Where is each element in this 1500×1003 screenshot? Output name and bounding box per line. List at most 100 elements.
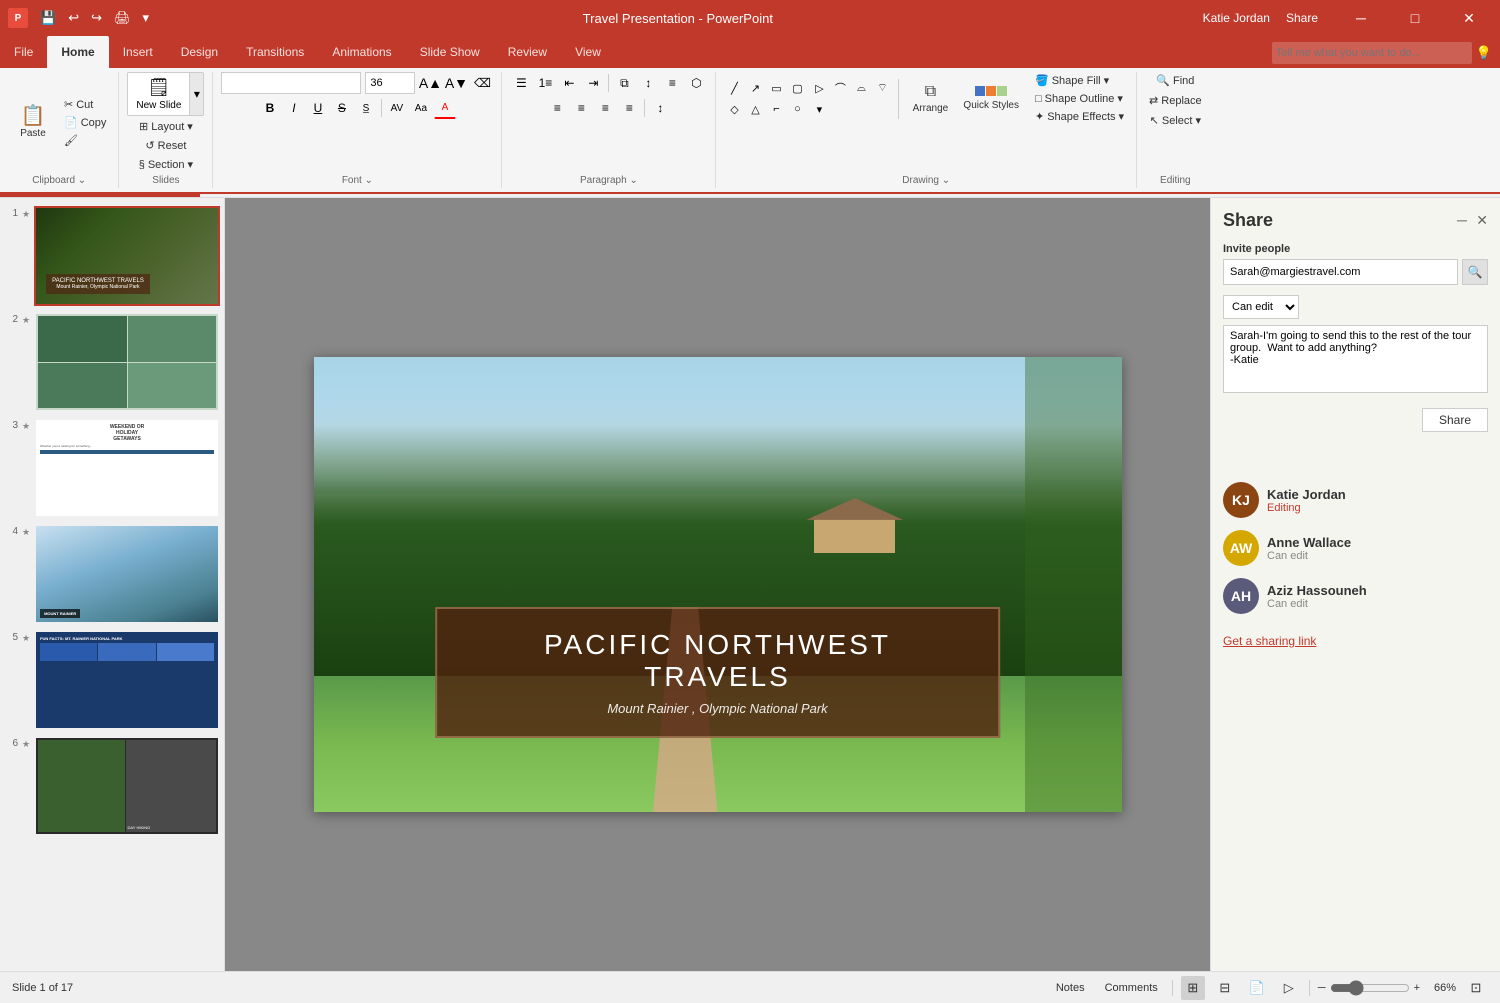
copy-btn[interactable]: 📄 Copy (60, 114, 110, 131)
invite-input[interactable] (1223, 259, 1458, 285)
smartart-btn[interactable]: ⬡ (685, 72, 707, 94)
undo-qa-btn[interactable]: ↩ (64, 8, 83, 28)
find-btn[interactable]: 🔍 Find (1152, 72, 1198, 89)
quick-styles-btn[interactable]: Quick Styles (957, 84, 1025, 113)
shadow-btn[interactable]: S̲ (355, 97, 377, 119)
shapes-more[interactable]: ▾ (809, 99, 829, 119)
para-expand[interactable]: ⌄ (629, 175, 637, 186)
format-painter-btn[interactable]: 🖌 (60, 132, 110, 149)
arrow-shape[interactable]: ↗ (745, 78, 765, 98)
slide-thumb-1[interactable]: 1 ★ PACIFIC NORTHWEST TRAVELSMount Raini… (4, 206, 220, 306)
slide-sorter-btn[interactable]: ⊟ (1213, 976, 1237, 1000)
callout-shape[interactable]: ▷ (809, 78, 829, 98)
slide-preview-2[interactable] (34, 312, 220, 412)
permission-select[interactable]: Can edit Can view (1223, 295, 1299, 319)
tell-me-input[interactable] (1272, 42, 1472, 64)
notes-btn[interactable]: Notes (1050, 978, 1091, 998)
share-btn-title[interactable]: Share (1286, 11, 1318, 25)
font-family-input[interactable] (221, 72, 361, 94)
fit-window-btn[interactable]: ⊡ (1464, 976, 1488, 1000)
save-qa-btn[interactable]: 💾 (36, 8, 60, 28)
section-btn[interactable]: § Section ▾ (135, 156, 197, 173)
zoom-level[interactable]: 66% (1424, 982, 1456, 994)
triangle-shape[interactable]: △ (745, 99, 765, 119)
rect-shape[interactable]: ▭ (766, 78, 786, 98)
slide-preview-1[interactable]: PACIFIC NORTHWEST TRAVELSMount Rainier, … (34, 206, 220, 306)
zoom-slider[interactable] (1330, 980, 1410, 996)
font-expand[interactable]: ⌄ (365, 175, 373, 186)
align-left-btn[interactable]: ≡ (546, 97, 568, 119)
new-slide-btn[interactable]: 🗒 New Slide ▾ (127, 72, 204, 116)
slide-preview-4[interactable]: MOUNT RAINIER (34, 524, 220, 624)
oval-shape[interactable]: ○ (787, 99, 807, 119)
zoom-out-btn[interactable]: ─ (1318, 982, 1326, 994)
change-case-btn[interactable]: Aa (410, 97, 432, 119)
slide-thumb-6[interactable]: 6 ★ DAY HIKING (4, 736, 220, 836)
elbow-shape[interactable]: ⌐ (766, 99, 786, 119)
increase-font-btn[interactable]: A▲ (419, 72, 441, 94)
comments-btn[interactable]: Comments (1099, 978, 1164, 998)
line-spacing-btn[interactable]: ↕ (649, 97, 671, 119)
slide-thumb-5[interactable]: 5 ★ FUN FACTS: MT. RAINIER NATIONAL PARK (4, 630, 220, 730)
tab-view[interactable]: View (561, 36, 615, 68)
increase-indent-btn[interactable]: ⇥ (582, 72, 604, 94)
slide-title-box[interactable]: PACIFIC NORTHWEST TRAVELS Mount Rainier … (435, 607, 1001, 738)
shape-fill-btn[interactable]: 🪣 Shape Fill ▾ (1031, 72, 1128, 89)
slideshow-view-btn[interactable]: ▷ (1277, 976, 1301, 1000)
select-btn[interactable]: ↖ Select ▾ (1146, 112, 1205, 129)
slide-canvas[interactable]: PACIFIC NORTHWEST TRAVELS Mount Rainier … (314, 357, 1122, 812)
redo-qa-btn[interactable]: ↪ (87, 8, 106, 28)
paste-btn[interactable]: 📋 Paste (8, 102, 58, 143)
share-action-btn[interactable]: Share (1422, 408, 1488, 432)
tab-animations[interactable]: Animations (318, 36, 405, 68)
new-slide-dropdown[interactable]: ▾ (189, 73, 203, 115)
rounded-rect-shape[interactable]: ▢ (787, 78, 807, 98)
bullets-btn[interactable]: ☰ (510, 72, 532, 94)
bend-shape[interactable]: ⌓ (851, 78, 871, 98)
share-minimize-btn[interactable]: ─ (1457, 212, 1467, 228)
close-btn[interactable]: ✕ (1446, 0, 1492, 36)
layout-btn[interactable]: ⊞ Layout ▾ (135, 118, 197, 135)
get-sharing-link[interactable]: Get a sharing link (1223, 634, 1488, 648)
slide-preview-5[interactable]: FUN FACTS: MT. RAINIER NATIONAL PARK (34, 630, 220, 730)
arrange-btn[interactable]: ⧉ Arrange (905, 81, 955, 116)
strikethrough-btn[interactable]: S (331, 97, 353, 119)
customize-qa-btn[interactable]: ▾ (139, 8, 154, 28)
invite-search-btn[interactable]: 🔍 (1462, 259, 1488, 285)
clear-format-btn[interactable]: ⌫ (471, 72, 493, 94)
reading-view-btn[interactable]: 📄 (1245, 976, 1269, 1000)
arc-shape[interactable]: ⌔ (872, 78, 892, 98)
slide-preview-6[interactable]: DAY HIKING (34, 736, 220, 836)
tab-transitions[interactable]: Transitions (232, 36, 318, 68)
numbering-btn[interactable]: 1≡ (534, 72, 556, 94)
text-direction-btn[interactable]: ↕ (637, 72, 659, 94)
replace-btn[interactable]: ⇄ Replace (1145, 92, 1206, 109)
clipboard-expand[interactable]: ⌄ (78, 175, 86, 186)
tab-file[interactable]: File (0, 36, 47, 68)
slide-thumb-3[interactable]: 3 ★ WEEKEND ORHOLIDAYGETAWAYS Whether yo… (4, 418, 220, 518)
message-input[interactable]: Sarah-I'm going to send this to the rest… (1223, 325, 1488, 393)
justify-btn[interactable]: ≡ (618, 97, 640, 119)
drawing-expand[interactable]: ⌄ (942, 175, 950, 186)
bold-btn[interactable]: B (259, 97, 281, 119)
columns-btn[interactable]: ⧉ (613, 72, 635, 94)
print-qa-btn[interactable]: 🖨 (110, 8, 135, 28)
share-close-btn[interactable]: ✕ (1476, 212, 1488, 228)
shape-effects-btn[interactable]: ✦ Shape Effects ▾ (1031, 108, 1128, 125)
slide-thumb-4[interactable]: 4 ★ MOUNT RAINIER (4, 524, 220, 624)
maximize-btn[interactable]: □ (1392, 0, 1438, 36)
zoom-in-btn[interactable]: + (1414, 982, 1420, 994)
tab-insert[interactable]: Insert (109, 36, 167, 68)
normal-view-btn[interactable]: ⊞ (1181, 976, 1205, 1000)
diamond-shape[interactable]: ◇ (724, 99, 744, 119)
curve-shape[interactable]: ⌒ (830, 78, 850, 98)
char-spacing-btn[interactable]: AV (386, 97, 408, 119)
reset-btn[interactable]: ↺ Reset (141, 137, 190, 154)
font-color-btn[interactable]: A (434, 97, 456, 119)
minimize-btn[interactable]: ─ (1338, 0, 1384, 36)
align-center-btn[interactable]: ≡ (570, 97, 592, 119)
italic-btn[interactable]: I (283, 97, 305, 119)
align-text-btn[interactable]: ≡ (661, 72, 683, 94)
decrease-indent-btn[interactable]: ⇤ (558, 72, 580, 94)
slide-thumb-2[interactable]: 2 ★ (4, 312, 220, 412)
